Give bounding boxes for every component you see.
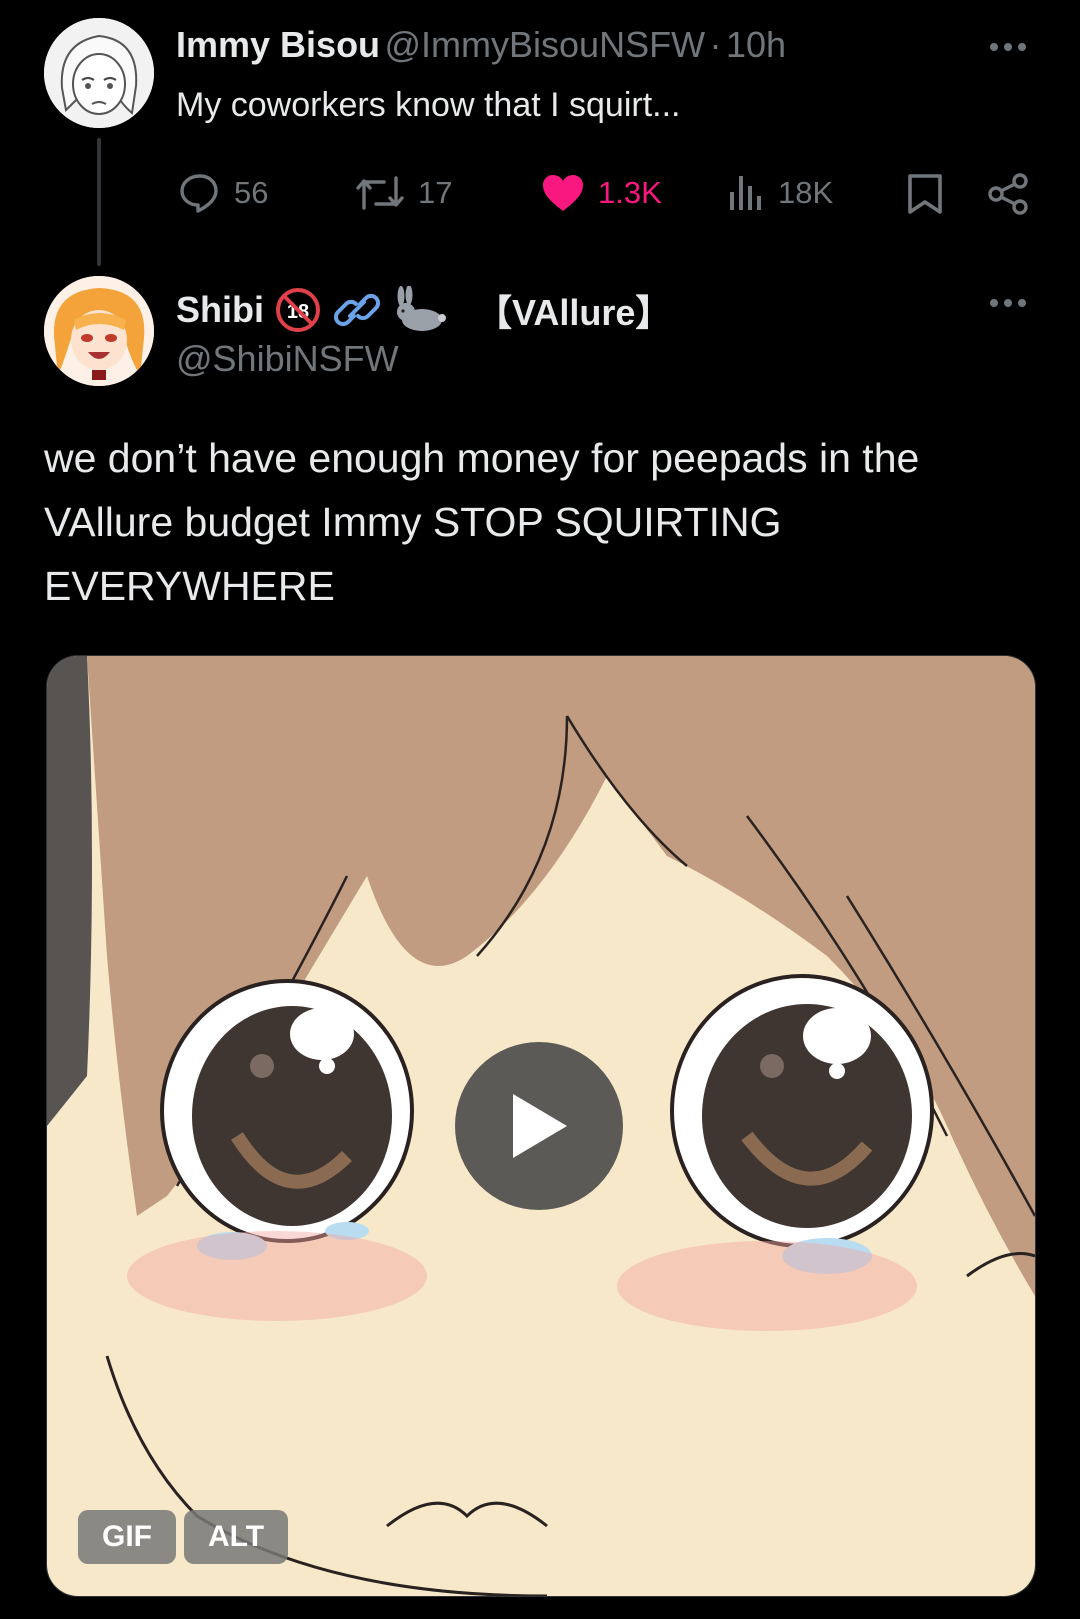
heart-filled-icon [543,175,583,211]
reply-author-name[interactable]: Shibi [176,289,264,331]
parent-author-name[interactable]: Immy Bisou [176,24,380,65]
no-18-icon: 18 [276,288,320,332]
reply-icon [180,174,218,213]
reply-more-icon[interactable] [988,296,1028,315]
parent-more-icon[interactable] [988,28,1028,62]
reply-author-handle[interactable]: @ShibiNSFW [176,338,399,380]
reply-tweet-text: we don’t have enough money for peepads i… [44,435,920,609]
play-button[interactable] [455,1042,623,1210]
parent-tweet-text: My coworkers know that I squirt... [176,86,681,124]
analytics-icon [730,176,761,210]
share-icon [988,173,1028,215]
bookmark-icon [908,174,942,214]
retweet-count: 17 [418,175,453,210]
header-separator: · [709,24,722,65]
like-count: 1.3K [598,175,662,210]
parent-author-handle[interactable]: @ImmyBisouNSFW [385,24,706,65]
like-button[interactable]: 1.3K [540,172,662,214]
view-count: 18K [778,175,834,210]
views-button[interactable]: 18K [726,172,833,214]
alt-text-button[interactable]: ALT [184,1510,289,1564]
retweet-button[interactable]: 17 [354,172,452,214]
play-icon [513,1094,567,1158]
reply-button[interactable]: 56 [178,172,268,214]
parent-timestamp[interactable]: 10h [726,24,786,65]
share-button[interactable] [986,172,1030,221]
rabbit-icon [397,286,446,331]
parent-header: Immy Bisou @ImmyBisouNSFW · 10h [176,24,786,66]
reply-count: 56 [234,175,269,210]
thread-connector [97,138,101,266]
retweet-icon [356,176,404,210]
bookmark-button[interactable] [906,172,944,221]
gif-badge: GIF [78,1510,176,1564]
reply-affiliation[interactable]: 【VAllure】 [476,284,671,336]
reply-header: Shibi 18 【VAllure】 [176,284,671,336]
link-icon [333,293,381,327]
parent-avatar[interactable] [44,18,154,128]
reply-avatar[interactable] [44,276,154,386]
